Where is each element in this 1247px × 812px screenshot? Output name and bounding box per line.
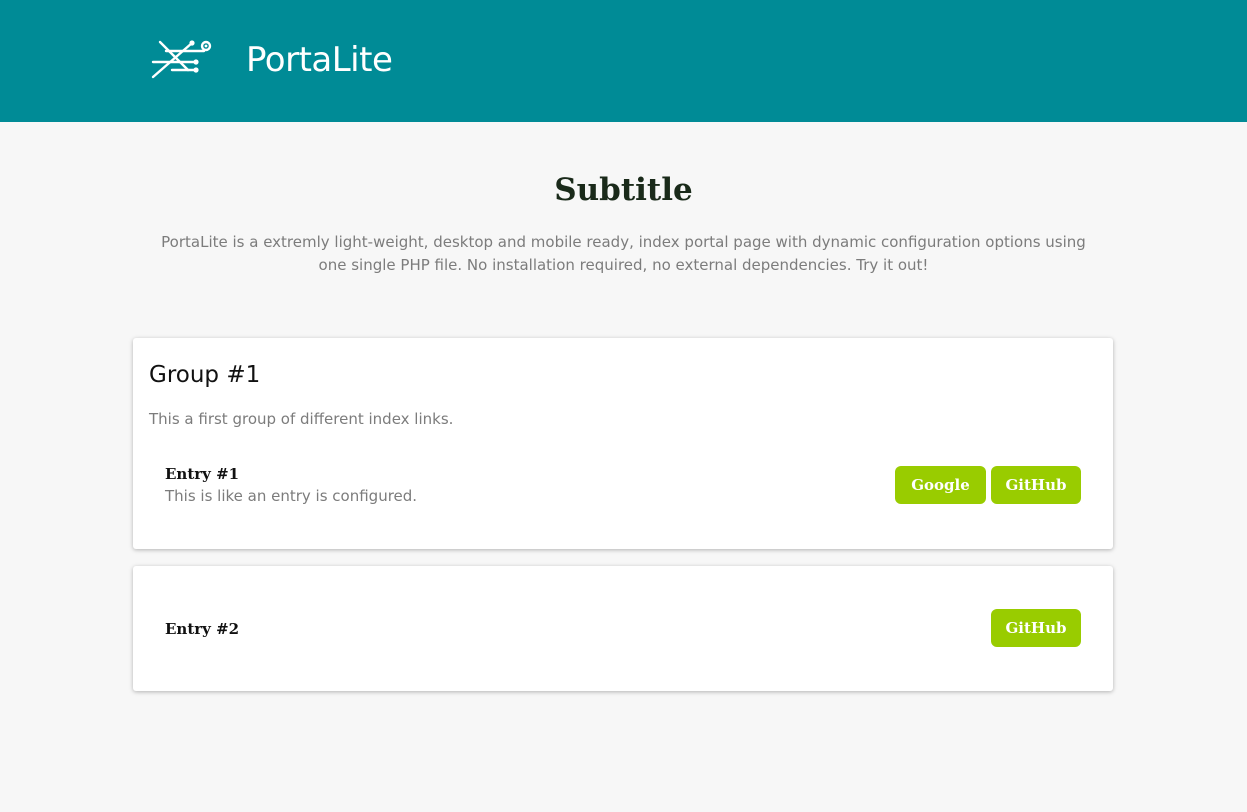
github-link-button[interactable]: GitHub [991, 609, 1081, 647]
google-link-button[interactable]: Google [895, 466, 986, 504]
intro-text: PortaLite is a extremly light-weight, de… [161, 233, 1086, 274]
group-description: This a first group of different index li… [149, 410, 454, 428]
entry-title: Entry #1 [165, 465, 240, 483]
group-title: Group #1 [149, 362, 261, 388]
circuit-logo-icon[interactable] [150, 38, 214, 80]
group-card: Group #1 This a first group of different… [133, 338, 1113, 549]
entry-title: Entry #2 [165, 620, 240, 638]
page-subtitle: Subtitle [554, 172, 693, 208]
github-link-button[interactable]: GitHub [991, 466, 1081, 504]
header-bar: PortaLite [0, 0, 1247, 122]
entry-description: This is like an entry is configured. [165, 487, 418, 505]
group-card: Entry #2 GitHub [133, 566, 1113, 691]
app-title[interactable]: PortaLite [246, 40, 393, 80]
